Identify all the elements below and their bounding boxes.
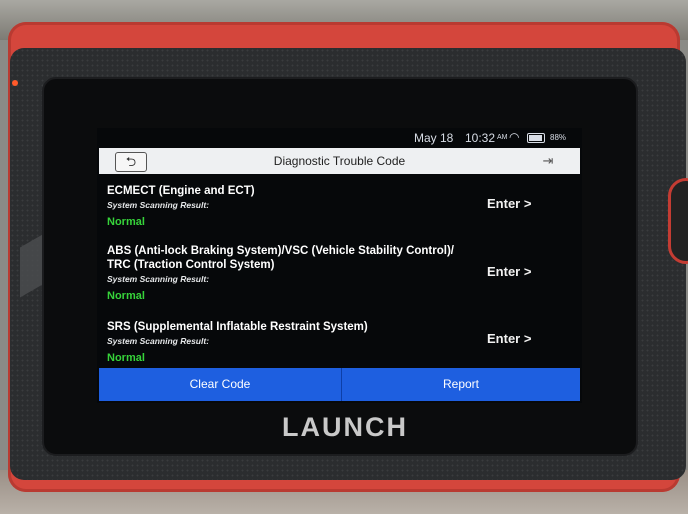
system-name: SRS (Supplemental Inflatable Restraint S…	[107, 321, 368, 333]
report-button[interactable]: Report	[342, 368, 580, 401]
status-ampm: AM	[497, 134, 508, 141]
exit-icon[interactable]: ⇥	[535, 152, 561, 170]
brand-logo: LAUNCH	[282, 412, 408, 442]
status-date: May 18	[414, 131, 454, 145]
battery-icon	[527, 133, 545, 143]
battery-percent: 88%	[550, 133, 567, 142]
screen: May 18 10:32 AM ◠ 88% ⮌ Diagnostic Troub…	[97, 128, 582, 403]
enter-button-srs[interactable]: Enter >	[487, 331, 531, 346]
scan-result-status: Normal	[107, 352, 145, 364]
enter-button-abs[interactable]: Enter >	[487, 264, 531, 279]
status-bar: May 18 10:32 AM ◠ 88%	[97, 128, 582, 148]
enter-button-ecmect[interactable]: Enter >	[487, 196, 531, 211]
side-knob	[668, 178, 688, 264]
action-bar: Clear Code Report	[99, 368, 580, 401]
title-bar: ⮌ Diagnostic Trouble Code ⇥	[99, 148, 580, 174]
page-title: Diagnostic Trouble Code	[273, 154, 406, 168]
scan-result-status: Normal	[107, 290, 145, 302]
power-led	[12, 80, 18, 86]
system-name: ABS (Anti-lock Braking System)/VSC (Vehi…	[107, 245, 454, 271]
system-name: ECMECT (Engine and ECT)	[107, 185, 255, 197]
status-time: 10:32	[465, 131, 496, 145]
scan-result-status: Normal	[107, 216, 145, 228]
clear-code-button[interactable]: Clear Code	[99, 368, 342, 401]
wifi-icon: ◠	[509, 130, 520, 144]
